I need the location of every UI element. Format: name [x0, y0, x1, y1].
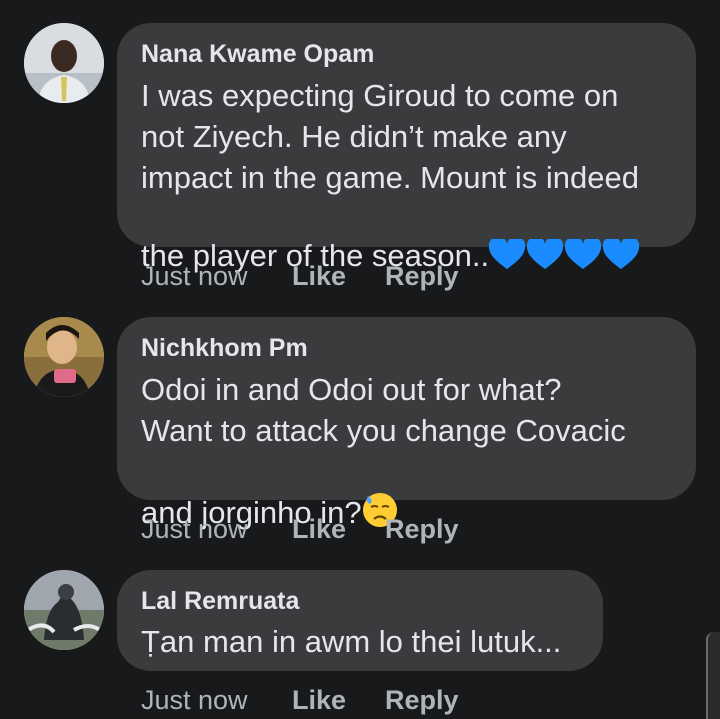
avatar-photo-icon [24, 23, 104, 103]
reply-button[interactable]: Reply [385, 259, 459, 293]
avatar[interactable] [24, 23, 104, 103]
comment-timestamp[interactable]: Just now [141, 683, 248, 717]
avatar[interactable] [24, 570, 104, 650]
comment-author[interactable]: Nichkhom Pm [141, 333, 672, 363]
comment-timestamp[interactable]: Just now [141, 512, 248, 546]
like-button[interactable]: Like [292, 512, 346, 546]
comment-bubble: Nana Kwame Opam I was expecting Giroud t… [117, 23, 696, 273]
reply-button[interactable]: Reply [385, 683, 459, 717]
comment-timestamp[interactable]: Just now [141, 259, 248, 293]
reply-button[interactable]: Reply [385, 512, 459, 546]
scroll-handle[interactable] [706, 632, 720, 719]
comment-text: I was expecting Giroud to come on not Zi… [141, 75, 672, 281]
comment-author[interactable]: Lal Remruata [141, 586, 579, 616]
like-button[interactable]: Like [292, 259, 346, 293]
comment-author[interactable]: Nana Kwame Opam [141, 39, 672, 69]
avatar-photo-icon [24, 317, 104, 397]
blue-heart-icon [489, 198, 641, 281]
avatar[interactable] [24, 317, 104, 397]
comment-text: Ṭan man in awm lo thei lutuk... [141, 624, 562, 659]
comment-bubble: Nichkhom Pm Odoi in and Odoi out for wha… [117, 317, 696, 530]
like-button[interactable]: Like [292, 683, 346, 717]
avatar-photo-icon [24, 570, 104, 650]
comment-bubble: Lal Remruata Ṭan man in awm lo thei lutu… [117, 570, 603, 671]
